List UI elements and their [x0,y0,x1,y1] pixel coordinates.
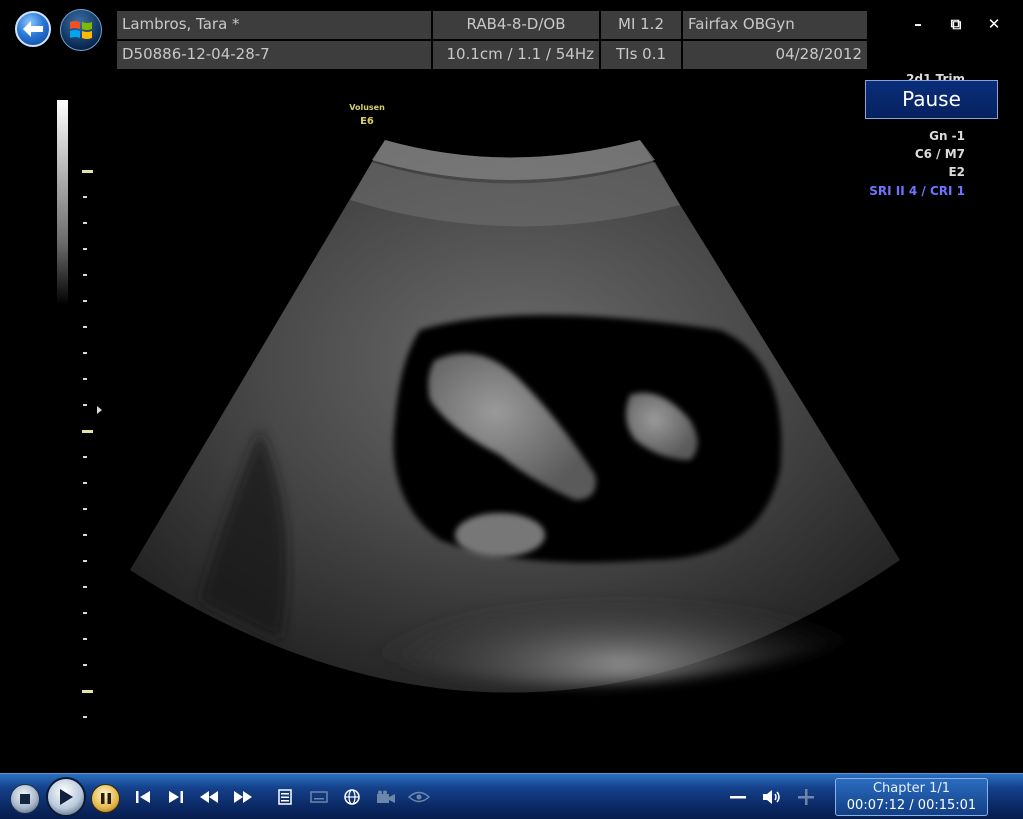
chapter-time-display[interactable]: Chapter 1/1 00:07:12 / 00:15:01 [835,778,988,816]
depth-tick [83,482,87,484]
volume-label-line1: Volusen [349,103,385,112]
start-button[interactable] [60,9,102,51]
grayscale-bar [57,100,68,305]
skip-back-icon [136,791,150,803]
rewind-button[interactable] [197,786,221,808]
menu-list-icon [278,789,292,805]
param-gain: Gn -1 [929,129,965,143]
depth-tick [83,274,87,276]
patient-id: D50886-12-04-28-7 [117,41,431,69]
depth-tick [83,352,87,354]
eye-icon [408,791,430,803]
depth-tick [83,248,87,250]
fast-forward-icon [234,791,252,803]
speaker-icon [763,790,780,804]
depth-tick [83,508,87,510]
depth-tick [83,456,87,458]
close-button[interactable]: ✕ [980,12,1008,36]
time-readout: 00:07:12 / 00:15:01 [846,798,977,813]
camera-angle-button[interactable] [374,786,398,808]
volume-up-button[interactable] [794,786,818,808]
patient-name: Lambros, Tara * [117,11,431,39]
mi-value: MI 1.2 [601,11,681,39]
camera-icon [377,790,395,803]
probe-label: RAB4-8-D/OB [433,11,599,39]
fast-forward-button[interactable] [231,786,255,808]
depth-tick [83,586,87,588]
param-e: E2 [948,165,965,179]
globe-icon [344,789,360,805]
tis-value: TIs 0.1 [601,41,681,69]
depth-tick [82,690,93,693]
skip-forward-icon [169,791,183,803]
depth-tick [82,430,93,433]
volume-label-line2: E6 [360,116,374,127]
next-button[interactable] [164,786,188,808]
volume-down-button[interactable] [726,786,750,808]
menu-button[interactable] [273,786,297,808]
clinic-name: Fairfax OBGyn [683,11,867,39]
depth-tick [83,664,87,666]
param-c-m: C6 / M7 [914,147,965,161]
depth-tick [83,222,87,224]
depth-tick [83,638,87,640]
rewind-icon [200,791,218,803]
focus-marker [97,406,102,414]
restore-button[interactable]: ⧉ [942,12,970,36]
exam-date: 04/28/2012 [683,41,867,69]
param-sri: SRI II 4 / CRI 1 [869,184,965,198]
subtitles-button[interactable] [307,786,331,808]
mute-button[interactable] [760,786,784,808]
stop-icon [20,794,30,804]
pause-icon [100,793,111,804]
minimize-icon: – [914,15,922,33]
back-button[interactable] [15,11,51,47]
stop-button[interactable] [10,784,40,814]
subtitles-icon [310,791,328,803]
patient-info-header: Lambros, Tara * RAB4-8-D/OB MI 1.2 Fairf… [117,11,867,71]
depth-frequency: 10.1cm / 1.1 / 54Hz [433,41,599,69]
pause-button[interactable] [91,784,120,813]
chapter-label: Chapter 1/1 [872,781,951,796]
view-button[interactable] [407,786,431,808]
windows-logo-icon [70,21,92,39]
depth-tick [83,300,87,302]
restore-icon: ⧉ [950,15,962,33]
depth-tick [83,612,87,614]
plus-icon [798,789,814,805]
pause-overlay-button[interactable]: Pause [865,80,998,119]
close-icon: ✕ [987,15,1001,33]
minus-icon [730,796,746,799]
depth-tick [83,716,87,718]
depth-tick [83,378,87,380]
minimize-button[interactable]: – [904,12,932,36]
previous-button[interactable] [131,786,155,808]
depth-tick [83,404,87,406]
play-button[interactable] [46,777,86,817]
arrow-left-icon [23,21,43,37]
play-icon [60,789,73,805]
language-button[interactable] [340,786,364,808]
depth-tick [83,196,87,198]
depth-tick [82,170,93,173]
depth-tick [83,560,87,562]
depth-tick [83,326,87,328]
depth-tick [83,534,87,536]
